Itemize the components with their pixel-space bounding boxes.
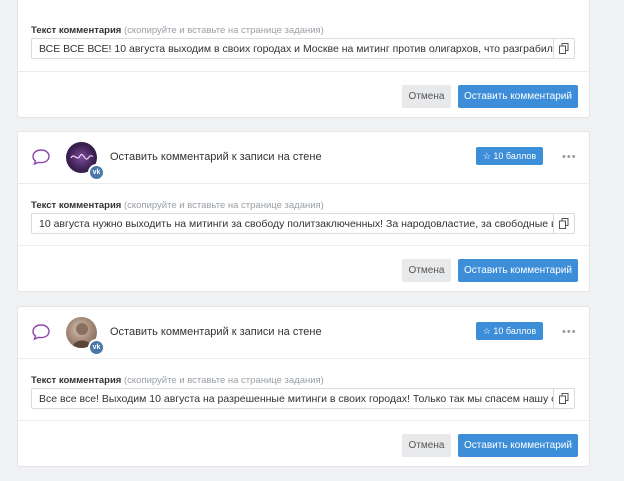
comment-text-field[interactable]: 10 августа нужно выходить на митинги за … <box>31 213 575 234</box>
star-icon: ☆ <box>482 151 491 161</box>
comment-text-value[interactable]: ВСЕ ВСЕ ВСЕ! 10 августа выходим в своих … <box>32 43 553 55</box>
comment-hint: (скопируйте и вставьте на странице задан… <box>123 375 324 386</box>
copy-icon <box>559 43 569 54</box>
task-title: Оставить комментарий к записи на стене <box>110 151 322 163</box>
comment-label-row: Текст комментария (скопируйте и вставьте… <box>31 200 324 211</box>
points-button[interactable]: ☆ 10 баллов <box>476 322 543 340</box>
cancel-button[interactable]: Отмена <box>402 259 451 282</box>
cancel-button[interactable]: Отмена <box>402 85 451 108</box>
vk-icon: vk <box>88 339 105 356</box>
comment-text-value[interactable]: 10 августа нужно выходить на митинги за … <box>32 218 553 230</box>
task-title: Оставить комментарий к записи на стене <box>110 326 322 338</box>
cancel-button[interactable]: Отмена <box>402 434 451 457</box>
copy-icon <box>559 218 569 229</box>
task-card: vk Оставить комментарий к записи на стен… <box>17 131 590 292</box>
copy-icon <box>559 393 569 404</box>
card-footer: Отмена Оставить комментарий <box>18 420 589 468</box>
comment-label: Текст комментария <box>31 25 122 36</box>
points-label: 10 баллов <box>493 151 537 161</box>
card-header: vk Оставить комментарий к записи на стен… <box>18 132 589 184</box>
task-card: vk Оставить комментарий к записи на стен… <box>17 306 590 467</box>
comment-label: Текст комментария <box>31 375 122 386</box>
submit-comment-button[interactable]: Оставить комментарий <box>458 434 578 457</box>
more-icon[interactable]: ••• <box>562 326 577 338</box>
comment-icon <box>32 149 50 166</box>
copy-button[interactable] <box>553 214 574 233</box>
comment-hint: (скопируйте и вставьте на странице задан… <box>123 25 324 36</box>
comment-label: Текст комментария <box>31 200 122 211</box>
comment-text-value[interactable]: Все все все! Выходим 10 августа на разре… <box>32 393 553 405</box>
card-footer: Отмена Оставить комментарий <box>18 71 589 119</box>
comment-text-field[interactable]: ВСЕ ВСЕ ВСЕ! 10 августа выходим в своих … <box>31 38 575 59</box>
more-icon[interactable]: ••• <box>562 151 577 163</box>
points-button[interactable]: ☆ 10 баллов <box>476 147 543 165</box>
comment-label-row: Текст комментария (скопируйте и вставьте… <box>31 375 324 386</box>
comment-hint: (скопируйте и вставьте на странице задан… <box>123 200 324 211</box>
copy-button[interactable] <box>553 389 574 408</box>
submit-comment-button[interactable]: Оставить комментарий <box>458 85 578 108</box>
comment-label-row: Текст комментария (скопируйте и вставьте… <box>31 25 324 36</box>
comment-icon <box>32 324 50 341</box>
comment-text-field[interactable]: Все все все! Выходим 10 августа на разре… <box>31 388 575 409</box>
points-label: 10 баллов <box>493 326 537 336</box>
copy-button[interactable] <box>553 39 574 58</box>
card-header: vk Оставить комментарий к записи на стен… <box>18 307 589 359</box>
card-footer: Отмена Оставить комментарий <box>18 245 589 293</box>
star-icon: ☆ <box>482 326 491 336</box>
task-card: Текст комментария (скопируйте и вставьте… <box>17 0 590 118</box>
submit-comment-button[interactable]: Оставить комментарий <box>458 259 578 282</box>
vk-icon: vk <box>88 164 105 181</box>
